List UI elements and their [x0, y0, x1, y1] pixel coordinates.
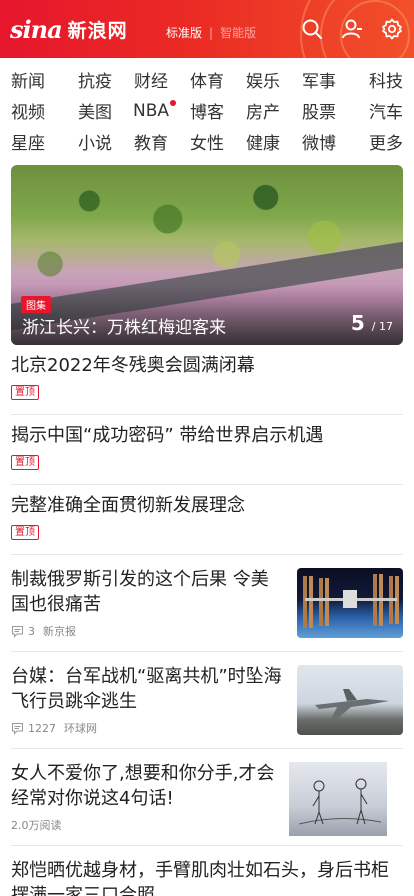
list-item[interactable]: 台媒：台军战机“驱离共机”时坠海飞行员跳伞逃生 1227 环球网 — [11, 652, 403, 749]
story-title: 台媒：台军战机“驱离共机”时坠海飞行员跳伞逃生 — [11, 666, 282, 712]
nav-item-finance[interactable]: 财经 — [123, 66, 179, 93]
comment-icon — [12, 625, 23, 638]
hero-gallery-card[interactable]: 图集 浙江长兴：万株红梅迎客来 5 / 17 — [11, 165, 403, 345]
nav-item-tech[interactable]: 科技 — [347, 66, 403, 93]
gallery-total: / 17 — [371, 320, 393, 333]
pinned-badge: 置顶 — [11, 525, 39, 540]
channel-nav: 新闻 抗疫 财经 体育 娱乐 军事 科技 视频 美图 NBA 博客 房产 股票 … — [0, 58, 414, 163]
nav-item-covid[interactable]: 抗疫 — [67, 66, 123, 93]
new-badge-dot — [170, 100, 176, 106]
gallery-counter: 5 / 17 — [351, 311, 393, 335]
pinned-badge: 置顶 — [11, 385, 39, 400]
sketch-couple-image — [298, 778, 382, 825]
story-source: 新京报 — [43, 625, 76, 638]
nav-item-nba[interactable]: NBA — [123, 97, 179, 124]
nav-item-sports[interactable]: 体育 — [179, 66, 235, 93]
story-title: 完整准确全面贯彻新发展理念 — [11, 495, 245, 516]
search-icon[interactable] — [300, 17, 324, 41]
story-meta: 1227 环球网 — [11, 720, 97, 736]
nav-item-realestate[interactable]: 房产 — [235, 97, 291, 124]
nav-item-video[interactable]: 视频 — [11, 97, 67, 124]
comment-count: 1227 — [28, 721, 56, 735]
nav-item-education[interactable]: 教育 — [123, 128, 179, 155]
story-thumbnail — [297, 568, 403, 638]
nav-item-blog[interactable]: 博客 — [179, 97, 235, 124]
gallery-tag: 图集 — [21, 296, 51, 313]
nav-item-photos[interactable]: 美图 — [67, 97, 123, 124]
news-list: 北京2022年冬残奥会圆满闭幕 置顶 揭示中国“成功密码” 带给世界启示机遇 置… — [0, 345, 414, 896]
user-icon[interactable] — [340, 17, 364, 41]
story-title: 揭示中国“成功密码” 带给世界启示机遇 — [11, 425, 324, 446]
story-thumbnail — [297, 665, 403, 735]
sina-logo[interactable]: sina 新浪网 — [10, 12, 128, 46]
settings-icon[interactable] — [380, 17, 404, 41]
logo-mark: sina — [10, 14, 63, 44]
pinned-badge: 置顶 — [11, 455, 39, 470]
story-title: 北京2022年冬残奥会圆满闭幕 — [11, 355, 255, 376]
nav-item-weibo[interactable]: 微博 — [291, 128, 347, 155]
story-title: 郑恺晒优越身材，手臂肌肉壮如石头，身后书柜摆满一家三口合照 — [11, 860, 389, 896]
story-source: 环球网 — [64, 722, 97, 735]
nav-item-more[interactable]: 更多 — [347, 128, 403, 155]
nav-item-women[interactable]: 女性 — [179, 128, 235, 155]
nav-item-military[interactable]: 军事 — [291, 66, 347, 93]
edition-standard[interactable]: 标准版 — [166, 24, 202, 41]
comment-count: 3 — [28, 624, 35, 638]
story-title: 制裁俄罗斯引发的这个后果 令美国也很痛苦 — [11, 569, 269, 615]
hero-caption: 浙江长兴：万株红梅迎客来 — [22, 318, 226, 338]
edition-divider: | — [209, 25, 214, 40]
nav-item-news[interactable]: 新闻 — [11, 66, 67, 93]
gallery-current: 5 — [350, 311, 365, 335]
nav-item-stocks[interactable]: 股票 — [291, 97, 347, 124]
edition-smart[interactable]: 智能版 — [220, 24, 256, 41]
app-header: sina 新浪网 标准版 | 智能版 — [0, 0, 414, 58]
nav-item-novel[interactable]: 小说 — [67, 128, 123, 155]
list-item[interactable]: 制裁俄罗斯引发的这个后果 令美国也很痛苦 3 新京报 — [11, 555, 403, 652]
list-item[interactable]: 完整准确全面贯彻新发展理念 置顶 — [11, 485, 403, 555]
list-item[interactable]: 郑恺晒优越身材，手臂肌肉壮如石头，身后书柜摆满一家三口合照 — [11, 846, 403, 896]
story-meta: 2.0万阅读 — [11, 817, 62, 833]
nav-item-entertainment[interactable]: 娱乐 — [235, 66, 291, 93]
edition-switch: 标准版 | 智能版 — [166, 24, 256, 41]
story-meta: 3 新京报 — [11, 623, 76, 639]
list-item[interactable]: 女人不爱你了,想要和你分手,才会经常对你说这4句话! 2.0万阅读 — [11, 749, 403, 846]
read-count: 2.0万阅读 — [11, 819, 62, 832]
comment-icon — [12, 722, 23, 735]
nav-item-nba-label: NBA — [132, 100, 169, 121]
space-station-image — [303, 574, 399, 628]
header-actions — [300, 17, 404, 41]
list-item[interactable]: 揭示中国“成功密码” 带给世界启示机遇 置顶 — [11, 415, 403, 485]
logo-name: 新浪网 — [67, 19, 128, 42]
nav-item-horoscope[interactable]: 星座 — [11, 128, 67, 155]
story-title: 女人不爱你了,想要和你分手,才会经常对你说这4句话! — [11, 763, 275, 809]
nav-item-auto[interactable]: 汽车 — [347, 97, 403, 124]
fighter-jet-image — [315, 689, 389, 719]
nav-item-health[interactable]: 健康 — [235, 128, 291, 155]
story-thumbnail — [289, 762, 387, 836]
list-item[interactable]: 北京2022年冬残奥会圆满闭幕 置顶 — [11, 345, 403, 415]
